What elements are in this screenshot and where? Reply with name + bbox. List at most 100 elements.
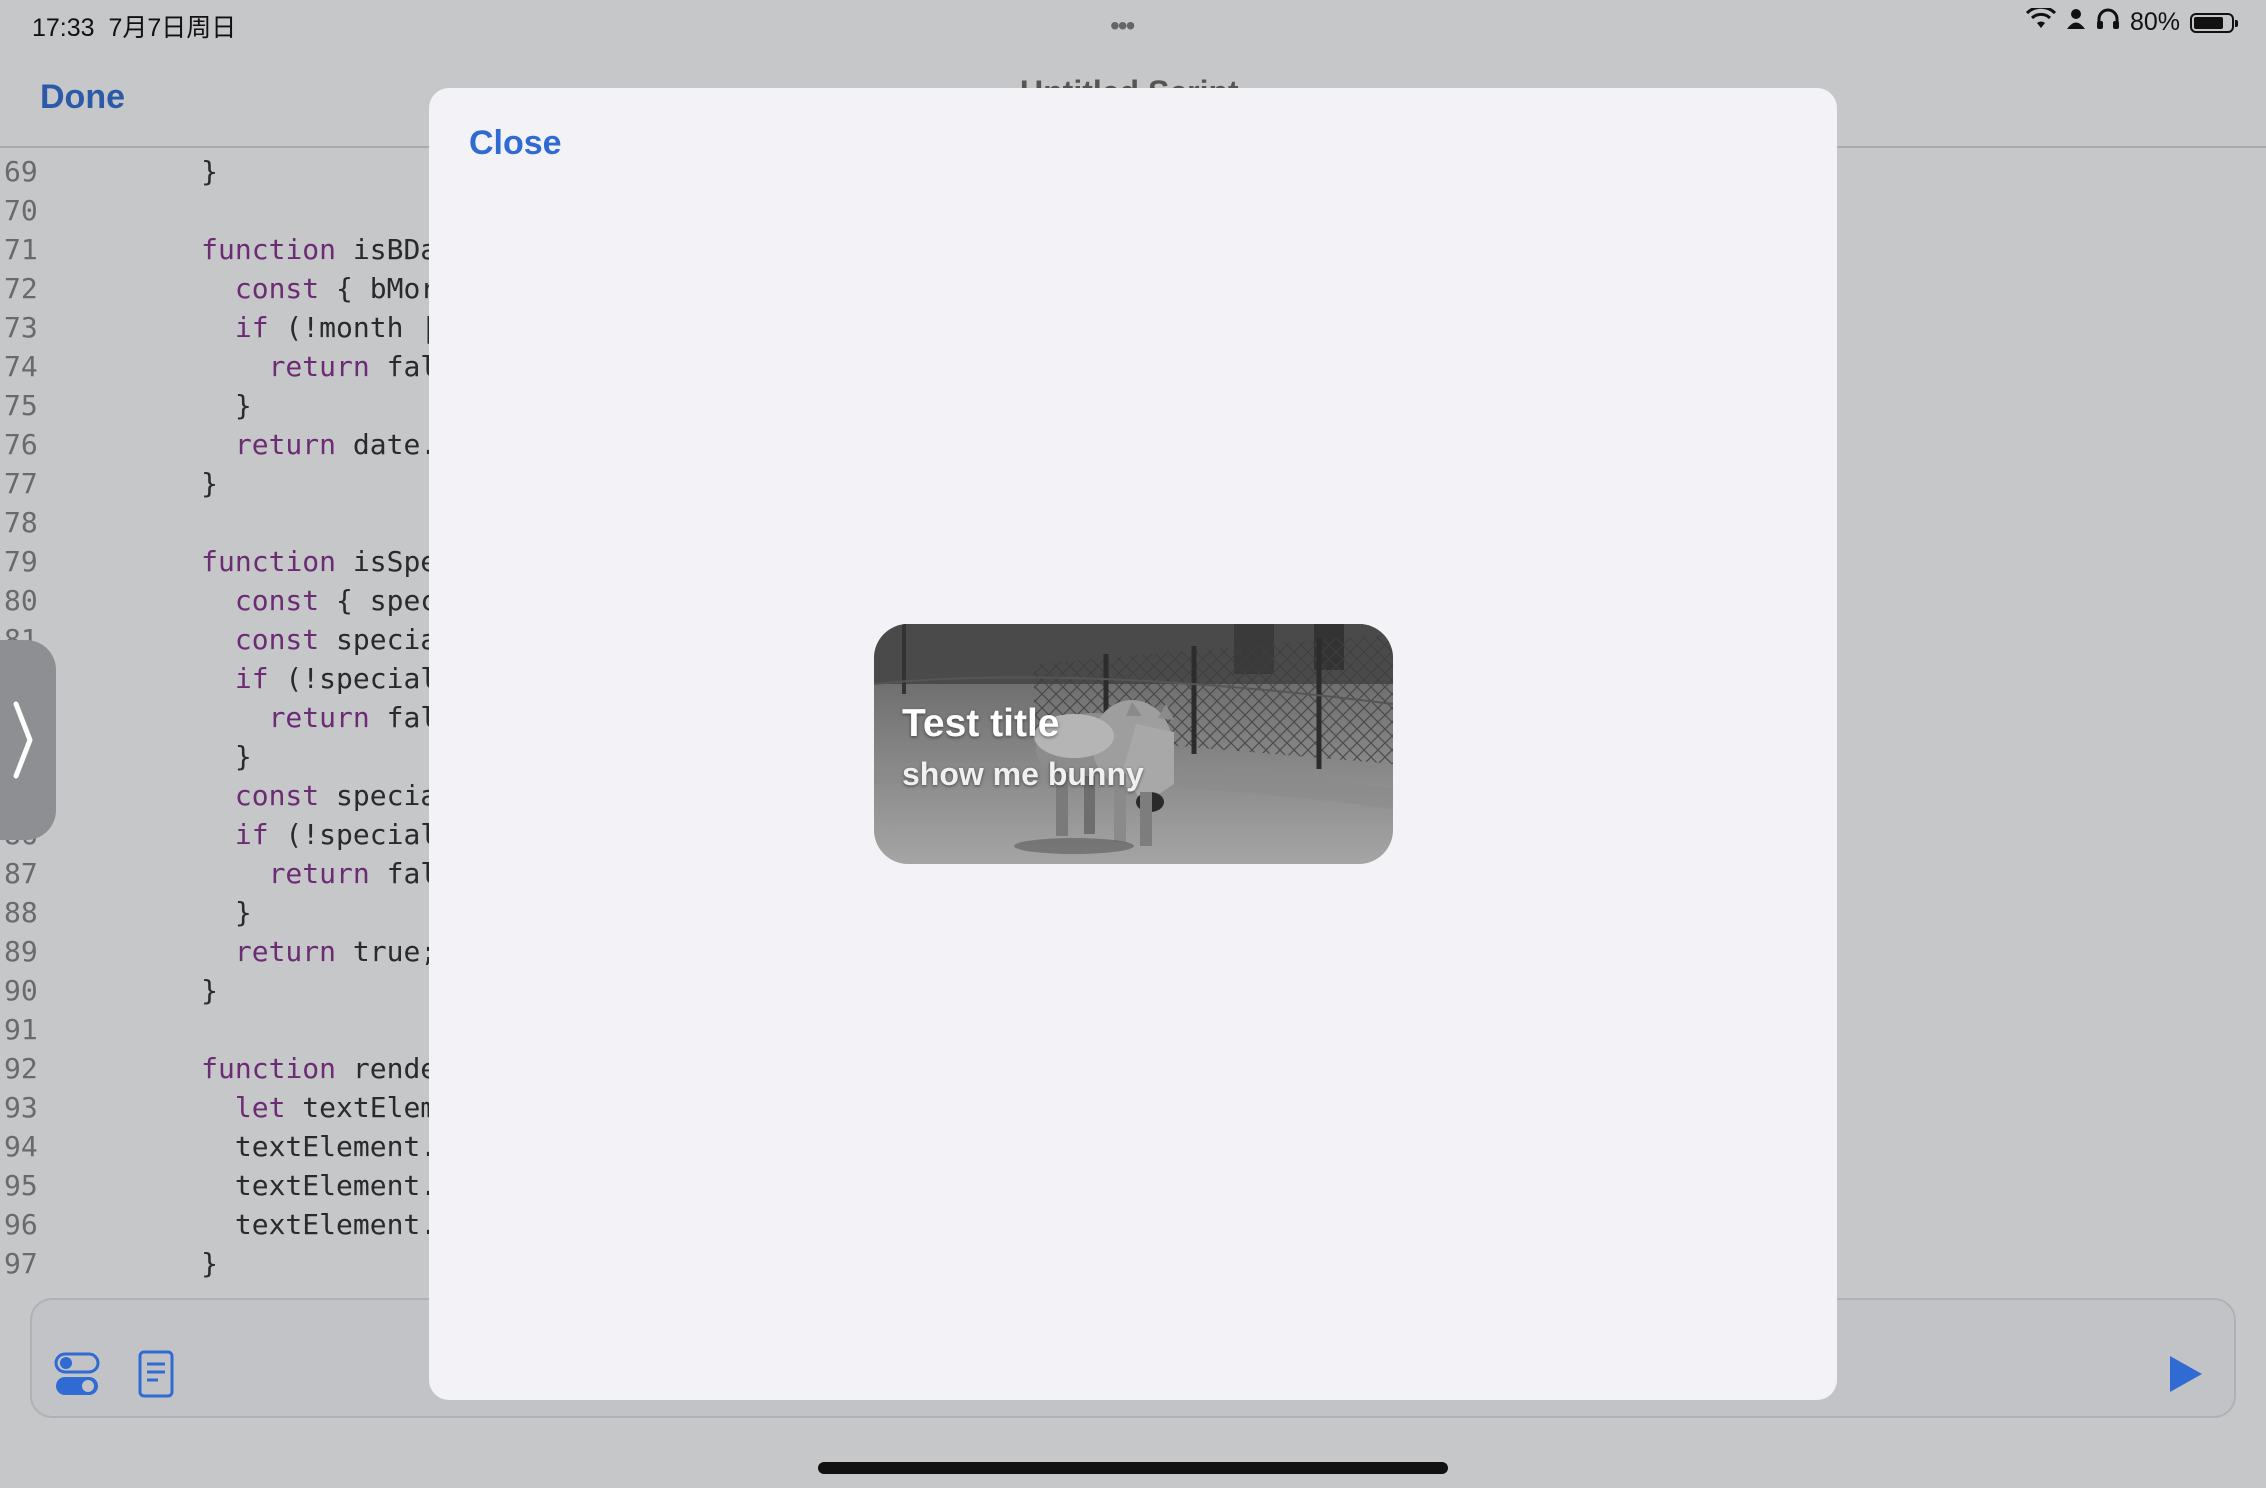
line-number: 95 — [4, 1169, 38, 1202]
code-keyword: function — [201, 233, 337, 266]
code-keyword: const — [234, 779, 320, 812]
code-text: const { spec — [100, 581, 430, 620]
code-text: function rende — [100, 1049, 430, 1088]
code-text: if (!special — [100, 659, 430, 698]
code-keyword: return — [268, 701, 370, 734]
code-text: } — [100, 155, 219, 188]
line-number: 79 — [4, 545, 38, 578]
battery-icon — [2190, 12, 2238, 33]
line-number: 76 — [4, 428, 38, 461]
line-number: 78 — [4, 506, 38, 539]
battery-percent: 80% — [2129, 8, 2180, 36]
line-number: 73 — [4, 311, 38, 344]
code-rest: textElem — [285, 1091, 430, 1124]
code-rest: fal — [386, 350, 430, 383]
code-keyword: const — [234, 584, 320, 617]
code-rest: rende — [336, 1052, 430, 1085]
person-icon — [2066, 8, 2086, 37]
headphones-icon — [2096, 8, 2120, 37]
line-number: 92 — [4, 1052, 38, 1085]
code-text: textElement. — [100, 1169, 430, 1202]
code-text: if (!special — [100, 815, 430, 854]
code-keyword: if — [234, 311, 269, 344]
code-rest: (!month | — [268, 311, 430, 344]
line-number: 75 — [4, 389, 38, 422]
line-number: 91 — [4, 1013, 38, 1046]
code-text: const specia — [100, 776, 430, 815]
code-rest: date. — [336, 428, 430, 461]
line-number: 87 — [4, 857, 38, 890]
line-number: 71 — [4, 233, 38, 266]
code-editor[interactable]: 69 } 70 71 function isBDa 72 const { bMor 73… — [0, 152, 430, 1282]
code-text: } — [100, 389, 252, 422]
code-text: textElement. — [100, 1130, 430, 1163]
code-text: function isBDa — [100, 230, 430, 269]
code-keyword: const — [234, 272, 320, 305]
code-rest: fal — [386, 857, 430, 890]
sidebar-toggle-button[interactable] — [0, 640, 56, 840]
code-keyword: if — [234, 818, 269, 851]
line-number: 74 — [4, 350, 38, 383]
toggles-icon[interactable] — [54, 1352, 100, 1403]
code-rest: true; — [336, 935, 430, 968]
preview-modal: Close Test title show me bunny — [429, 88, 1837, 1400]
code-rest: isSpe — [336, 545, 430, 578]
code-text: if (!month | — [100, 308, 430, 347]
code-keyword: return — [234, 428, 337, 461]
code-text: return fal — [100, 698, 430, 737]
line-number: 80 — [4, 584, 38, 617]
code-keyword: if — [234, 662, 269, 695]
code-text: let textElem — [100, 1088, 430, 1127]
multitasking-dots-icon[interactable]: ••• — [1110, 10, 1135, 42]
done-button[interactable]: Done — [40, 78, 125, 117]
code-rest: specia — [319, 779, 430, 812]
status-time: 17:33 7月7日周日 — [32, 8, 236, 44]
close-button[interactable]: Close — [469, 124, 562, 163]
line-number: 70 — [4, 194, 38, 227]
code-text: return true; — [100, 932, 430, 971]
code-text: return fal — [100, 854, 430, 893]
document-icon[interactable] — [138, 1350, 174, 1403]
code-text: } — [100, 896, 252, 929]
code-keyword: function — [201, 545, 337, 578]
code-rest: { spec — [319, 584, 430, 617]
chevron-right-icon — [13, 701, 33, 779]
widget-title: Test title — [902, 702, 1060, 745]
code-text: function isSpe — [100, 542, 430, 581]
line-number: 89 — [4, 935, 38, 968]
widget-subtitle: show me bunny — [902, 756, 1144, 792]
battery-fill — [2194, 16, 2223, 29]
status-time-text: 17:33 — [32, 14, 95, 42]
code-text: const { bMor — [100, 269, 430, 308]
code-text: } — [100, 1247, 219, 1280]
code-text: textElement. — [100, 1208, 430, 1241]
line-number: 96 — [4, 1208, 38, 1241]
code-keyword: return — [268, 857, 370, 890]
line-number: 77 — [4, 467, 38, 500]
code-text: return date. — [100, 425, 430, 464]
play-icon[interactable] — [2168, 1354, 2204, 1399]
home-indicator — [818, 1462, 1448, 1474]
code-keyword: return — [234, 935, 337, 968]
line-number: 90 — [4, 974, 38, 1007]
widget-preview[interactable]: Test title show me bunny — [874, 624, 1393, 864]
line-number: 93 — [4, 1091, 38, 1124]
code-text: } — [100, 740, 252, 773]
code-rest: { bMor — [319, 272, 430, 305]
code-keyword: const — [234, 623, 320, 656]
code-text: } — [100, 467, 219, 500]
code-rest: (!special — [268, 662, 430, 695]
status-indicators: 80% — [2025, 5, 2238, 37]
